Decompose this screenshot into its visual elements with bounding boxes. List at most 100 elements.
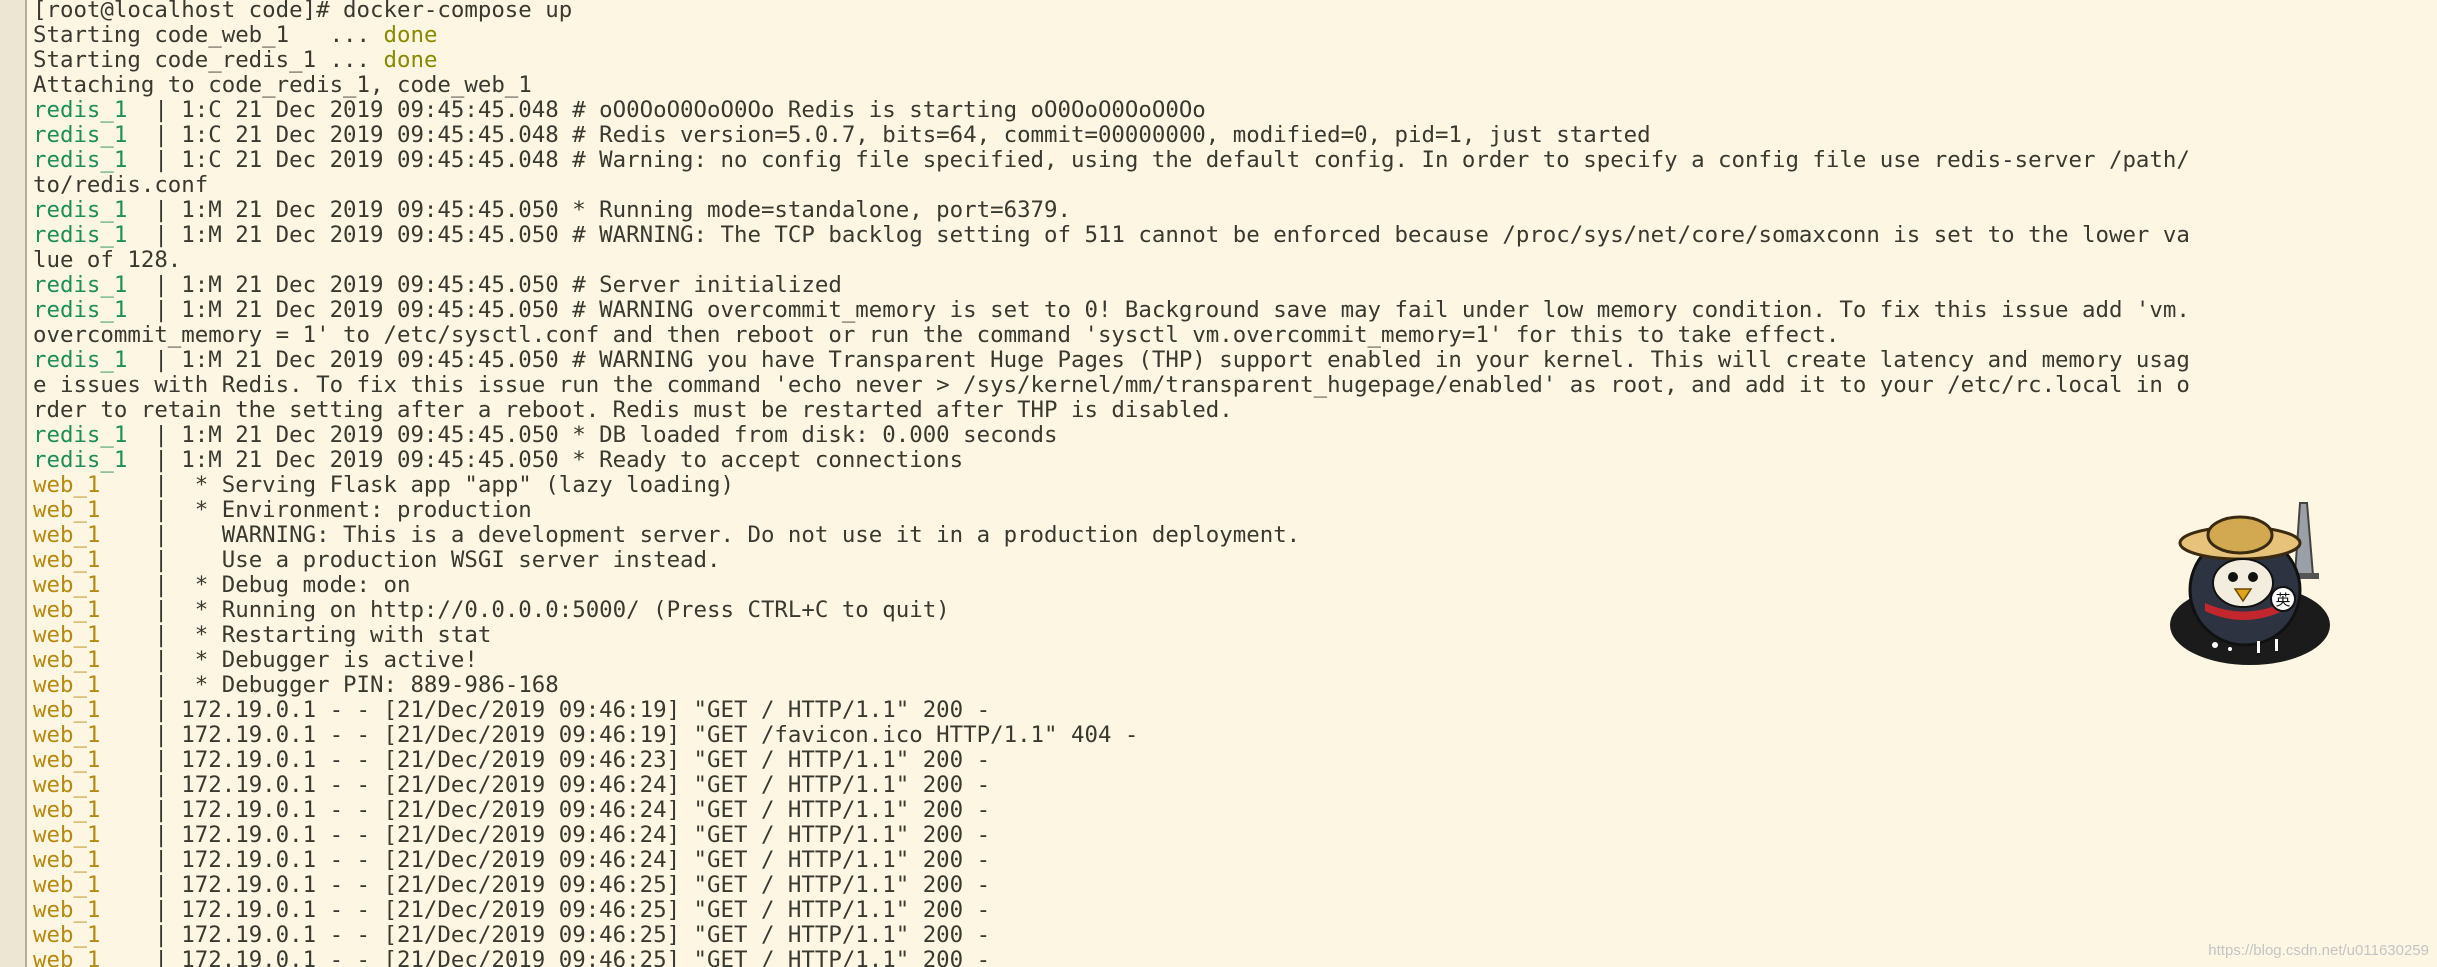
- terminal-line: e issues with Redis. To fix this issue r…: [33, 373, 2433, 398]
- terminal-line-text: | 1:M 21 Dec 2019 09:45:45.050 # WARNING…: [154, 297, 2190, 323]
- terminal-line-text: rder to retain the setting after a reboo…: [33, 397, 1233, 423]
- terminal-line: web_1 | * Debugger PIN: 889-986-168: [33, 673, 2433, 698]
- web-service-prefix: web_1: [33, 922, 155, 948]
- terminal-line-text: | 172.19.0.1 - - [21/Dec/2019 09:46:25] …: [154, 922, 991, 948]
- terminal-line: Attaching to code_redis_1, code_web_1: [33, 73, 2433, 98]
- terminal-line-text: | WARNING: This is a development server.…: [154, 522, 1301, 548]
- web-service-prefix: web_1: [33, 547, 155, 573]
- web-service-prefix: web_1: [33, 647, 155, 673]
- terminal-line-text: | 172.19.0.1 - - [21/Dec/2019 09:46:24] …: [154, 822, 991, 848]
- redis-service-prefix: redis_1: [33, 422, 155, 448]
- terminal-line: redis_1 | 1:M 21 Dec 2019 09:45:45.050 #…: [33, 273, 2433, 298]
- watermark: https://blog.csdn.net/u011630259: [2208, 942, 2429, 959]
- terminal-line: redis_1 | 1:M 21 Dec 2019 09:45:45.050 #…: [33, 348, 2433, 373]
- redis-service-prefix: redis_1: [33, 272, 155, 298]
- terminal-line-text: | 172.19.0.1 - - [21/Dec/2019 09:46:23] …: [154, 747, 991, 773]
- terminal-line-text: [root@localhost code]# docker-compose up: [33, 0, 573, 23]
- terminal-line: web_1 | * Debugger is active!: [33, 648, 2433, 673]
- terminal-line: web_1 | 172.19.0.1 - - [21/Dec/2019 09:4…: [33, 798, 2433, 823]
- terminal-line-text: to/redis.conf: [33, 172, 209, 198]
- terminal-line: redis_1 | 1:M 21 Dec 2019 09:45:45.050 *…: [33, 448, 2433, 473]
- terminal-line: web_1 | * Restarting with stat: [33, 623, 2433, 648]
- terminal-line: [root@localhost code]# docker-compose up: [33, 0, 2433, 23]
- terminal-line-text: | 1:M 21 Dec 2019 09:45:45.050 * Ready t…: [154, 447, 964, 473]
- web-service-prefix: web_1: [33, 722, 155, 748]
- terminal-line-text: overcommit_memory = 1' to /etc/sysctl.co…: [33, 322, 1840, 348]
- terminal-line-text: | 1:M 21 Dec 2019 09:45:45.050 * Running…: [154, 197, 1071, 223]
- terminal-line-text: | 172.19.0.1 - - [21/Dec/2019 09:46:24] …: [154, 847, 991, 873]
- terminal-line: web_1 | 172.19.0.1 - - [21/Dec/2019 09:4…: [33, 723, 2433, 748]
- terminal-line: redis_1 | 1:C 21 Dec 2019 09:45:45.048 #…: [33, 123, 2433, 148]
- terminal-line: web_1 | 172.19.0.1 - - [21/Dec/2019 09:4…: [33, 873, 2433, 898]
- terminal-line-text: | 172.19.0.1 - - [21/Dec/2019 09:46:19] …: [154, 722, 1139, 748]
- terminal-line: web_1 | Use a production WSGI server ins…: [33, 548, 2433, 573]
- web-service-prefix: web_1: [33, 797, 155, 823]
- redis-service-prefix: redis_1: [33, 147, 155, 173]
- redis-service-prefix: redis_1: [33, 122, 155, 148]
- web-service-prefix: web_1: [33, 822, 155, 848]
- terminal-line: redis_1 | 1:C 21 Dec 2019 09:45:45.048 #…: [33, 148, 2433, 173]
- terminal-line-text: Starting code_redis_1 ...: [33, 47, 384, 73]
- redis-service-prefix: redis_1: [33, 347, 155, 373]
- terminal-line: web_1 | 172.19.0.1 - - [21/Dec/2019 09:4…: [33, 898, 2433, 923]
- status-done-label: done: [383, 22, 438, 48]
- web-service-prefix: web_1: [33, 947, 155, 967]
- terminal-line-text: | 1:C 21 Dec 2019 09:45:45.048 # Warning…: [154, 147, 2190, 173]
- web-service-prefix: web_1: [33, 697, 155, 723]
- web-service-prefix: web_1: [33, 472, 155, 498]
- redis-service-prefix: redis_1: [33, 197, 155, 223]
- terminal-line: web_1 | 172.19.0.1 - - [21/Dec/2019 09:4…: [33, 848, 2433, 873]
- terminal-gutter: [0, 0, 27, 967]
- terminal-line: redis_1 | 1:M 21 Dec 2019 09:45:45.050 *…: [33, 198, 2433, 223]
- web-service-prefix: web_1: [33, 672, 155, 698]
- terminal-line-text: | 172.19.0.1 - - [21/Dec/2019 09:46:24] …: [154, 772, 991, 798]
- redis-service-prefix: redis_1: [33, 222, 155, 248]
- terminal-line-text: | 172.19.0.1 - - [21/Dec/2019 09:46:25] …: [154, 897, 991, 923]
- terminal-line-text: | 1:M 21 Dec 2019 09:45:45.050 # WARNING…: [154, 222, 2190, 248]
- terminal-line: web_1 | 172.19.0.1 - - [21/Dec/2019 09:4…: [33, 948, 2433, 967]
- redis-service-prefix: redis_1: [33, 297, 155, 323]
- terminal-line: web_1 | * Running on http://0.0.0.0:5000…: [33, 598, 2433, 623]
- terminal-line: web_1 | 172.19.0.1 - - [21/Dec/2019 09:4…: [33, 698, 2433, 723]
- terminal-line: Starting code_web_1 ... done: [33, 23, 2433, 48]
- web-service-prefix: web_1: [33, 872, 155, 898]
- terminal-line-text: | * Serving Flask app "app" (lazy loadin…: [154, 472, 734, 498]
- terminal-line-text: | 1:M 21 Dec 2019 09:45:45.050 * DB load…: [154, 422, 1058, 448]
- terminal-line-text: Starting code_web_1 ...: [33, 22, 384, 48]
- terminal-line-text: lue of 128.: [33, 247, 182, 273]
- terminal-line: Starting code_redis_1 ... done: [33, 48, 2433, 73]
- redis-service-prefix: redis_1: [33, 447, 155, 473]
- terminal-line-text: | 172.19.0.1 - - [21/Dec/2019 09:46:24] …: [154, 797, 991, 823]
- redis-service-prefix: redis_1: [33, 97, 155, 123]
- web-service-prefix: web_1: [33, 522, 155, 548]
- terminal-line-text: | * Environment: production: [154, 497, 532, 523]
- mascot-badge-text: 英: [2275, 591, 2290, 609]
- terminal-line-text: | 1:M 21 Dec 2019 09:45:45.050 # WARNING…: [154, 347, 2190, 373]
- terminal-line-text: | * Debugger PIN: 889-986-168: [154, 672, 559, 698]
- terminal-line: redis_1 | 1:C 21 Dec 2019 09:45:45.048 #…: [33, 98, 2433, 123]
- terminal-line-text: | 172.19.0.1 - - [21/Dec/2019 09:46:25] …: [154, 947, 991, 967]
- terminal-line: web_1 | 172.19.0.1 - - [21/Dec/2019 09:4…: [33, 748, 2433, 773]
- ninja-penguin-icon: 英: [2170, 502, 2330, 665]
- terminal-line-text: | * Debugger is active!: [154, 647, 478, 673]
- web-service-prefix: web_1: [33, 497, 155, 523]
- web-service-prefix: web_1: [33, 747, 155, 773]
- terminal-line-text: e issues with Redis. To fix this issue r…: [33, 372, 2190, 398]
- web-service-prefix: web_1: [33, 597, 155, 623]
- terminal-line-text: | * Debug mode: on: [154, 572, 411, 598]
- terminal-line: lue of 128.: [33, 248, 2433, 273]
- terminal-line-text: | 172.19.0.1 - - [21/Dec/2019 09:46:25] …: [154, 872, 991, 898]
- terminal-line-text: | * Restarting with stat: [154, 622, 492, 648]
- web-service-prefix: web_1: [33, 572, 155, 598]
- terminal-line-text: Attaching to code_redis_1, code_web_1: [33, 72, 532, 98]
- terminal-line-text: | * Running on http://0.0.0.0:5000/ (Pre…: [154, 597, 950, 623]
- web-service-prefix: web_1: [33, 847, 155, 873]
- terminal-line: web_1 | WARNING: This is a development s…: [33, 523, 2433, 548]
- status-done-label: done: [383, 47, 438, 73]
- terminal-line: web_1 | * Serving Flask app "app" (lazy …: [33, 473, 2433, 498]
- terminal-output[interactable]: [root@localhost code]# docker-compose up…: [33, 0, 2433, 967]
- terminal-line-text: | 1:C 21 Dec 2019 09:45:45.048 # Redis v…: [154, 122, 1651, 148]
- web-service-prefix: web_1: [33, 622, 155, 648]
- web-service-prefix: web_1: [33, 897, 155, 923]
- terminal-line: overcommit_memory = 1' to /etc/sysctl.co…: [33, 323, 2433, 348]
